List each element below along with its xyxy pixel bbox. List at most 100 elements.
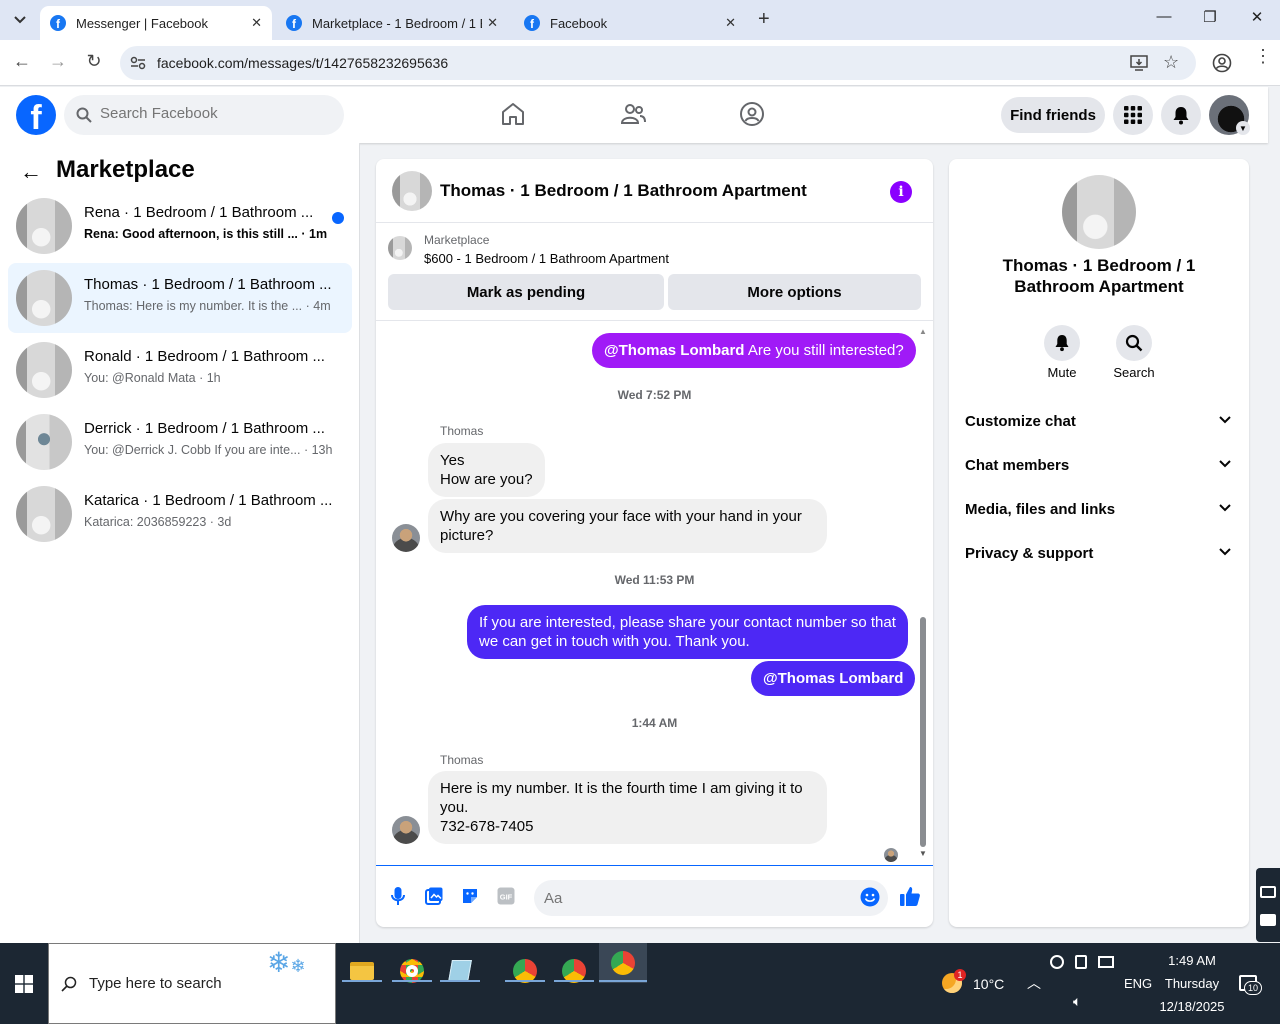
close-icon[interactable]: ✕	[1245, 8, 1269, 26]
forward-button[interactable]: →	[46, 51, 70, 72]
notes-app[interactable]	[440, 951, 480, 991]
video-icon[interactable]	[1260, 914, 1276, 926]
scroll-up-arrow-icon[interactable]: ▲	[919, 327, 927, 336]
info-icon[interactable]: i	[890, 181, 912, 203]
browser-toolbar: ← → ↻ facebook.com/messages/t/1427658232…	[0, 40, 1280, 86]
mention[interactable]: @Thomas Lombard	[604, 342, 744, 359]
message-input[interactable]	[534, 880, 888, 916]
friends-icon[interactable]	[620, 101, 646, 127]
reload-button[interactable]: ↻	[82, 51, 106, 72]
bookmark-star-icon[interactable]: ☆	[1163, 52, 1179, 73]
windows-start-icon[interactable]	[15, 975, 33, 993]
outgoing-message[interactable]: @Thomas Lombard	[751, 661, 916, 696]
address-bar[interactable]: facebook.com/messages/t/1427658232695636…	[120, 46, 1196, 80]
chat-title[interactable]: Thomas · 1 Bedroom / 1 Bathroom Apartmen…	[440, 181, 807, 201]
close-icon[interactable]: ✕	[251, 15, 262, 31]
notifications-button[interactable]	[1161, 95, 1201, 135]
facebook-logo[interactable]: f	[16, 95, 56, 135]
close-icon[interactable]: ✕	[487, 15, 498, 31]
chat-thumbnail[interactable]	[392, 171, 432, 211]
facebook-search[interactable]	[64, 95, 344, 135]
tab-search-button[interactable]	[8, 6, 32, 34]
privacy-support-row[interactable]: Privacy & support	[965, 545, 1235, 569]
chrome-app-a[interactable]	[392, 951, 432, 991]
groups-icon[interactable]	[739, 101, 765, 127]
facebook-favicon-icon: f	[50, 15, 66, 31]
conversation-item[interactable]: Derrick · 1 Bedroom / 1 Bathroom ... You…	[8, 407, 352, 477]
outgoing-message[interactable]: If you are interested, please share your…	[467, 605, 908, 659]
conversation-item-selected[interactable]: Thomas · 1 Bedroom / 1 Bathroom ... Thom…	[8, 263, 352, 333]
sender-avatar[interactable]	[392, 524, 420, 552]
account-chevron-icon[interactable]: ▼	[1236, 121, 1250, 135]
menu-button[interactable]	[1113, 95, 1153, 135]
chat-members-row[interactable]: Chat members	[965, 457, 1235, 481]
home-icon[interactable]	[500, 101, 526, 127]
tab-facebook[interactable]: f Facebook ✕	[514, 6, 746, 40]
listing-thumbnail	[16, 270, 72, 326]
chrome-app-active[interactable]	[599, 943, 647, 983]
camera-icon[interactable]	[1260, 886, 1276, 898]
grid-menu-icon	[1124, 106, 1142, 124]
listing-photo[interactable]	[1062, 175, 1136, 249]
search-in-chat-button[interactable]	[1116, 325, 1152, 361]
file-explorer-app[interactable]	[342, 951, 382, 991]
mention[interactable]: @Thomas Lombard	[763, 670, 903, 687]
mark-as-pending-button[interactable]: Mark as pending	[388, 274, 664, 310]
microphone-icon[interactable]	[391, 886, 405, 906]
mute-button[interactable]	[1044, 325, 1080, 361]
screen-capture-toolbar[interactable]	[1256, 868, 1280, 942]
incoming-message[interactable]: Here is my number. It is the fourth time…	[428, 771, 827, 844]
app-running-indicator	[599, 980, 647, 982]
customize-chat-row[interactable]: Customize chat	[965, 413, 1235, 437]
meet-now-icon[interactable]	[1075, 955, 1087, 969]
thumbs-up-icon[interactable]	[899, 885, 921, 907]
listing-price[interactable]: $600 - 1 Bedroom / 1 Bathroom Apartment	[424, 251, 669, 266]
marketplace-title: Marketplace	[56, 156, 195, 183]
network-icon[interactable]	[1098, 956, 1114, 968]
back-arrow-icon[interactable]: ←	[20, 159, 42, 185]
outgoing-message[interactable]: @Thomas Lombard Are you still interested…	[592, 333, 916, 368]
weather-widget[interactable]: 1 10°C	[940, 969, 1010, 995]
sender-avatar[interactable]	[392, 816, 420, 844]
chrome-app-c[interactable]	[554, 951, 594, 991]
photo-icon[interactable]	[425, 887, 443, 905]
site-settings-icon[interactable]	[130, 56, 146, 70]
notification-count: 10	[1244, 981, 1262, 995]
find-friends-button[interactable]: Find friends	[1001, 97, 1105, 133]
incoming-message[interactable]: Why are you covering your face with your…	[428, 499, 827, 553]
chrome-app-b[interactable]	[505, 951, 545, 991]
volume-icon[interactable]: 🔈︎	[1073, 993, 1081, 1010]
chevron-up-icon[interactable]: ︿	[1027, 973, 1041, 993]
minimize-icon[interactable]: —	[1152, 8, 1176, 25]
notification-center-icon[interactable]: 10	[1239, 975, 1262, 995]
conversation-item[interactable]: Ronald · 1 Bedroom / 1 Bathroom ... You:…	[8, 335, 352, 405]
browser-menu-icon[interactable]: ⋮	[1254, 47, 1272, 65]
sticker-icon[interactable]	[461, 887, 479, 905]
scrollbar-thumb[interactable]	[920, 617, 926, 847]
incoming-message[interactable]: Yes How are you?	[428, 443, 545, 497]
clock[interactable]: 1:49 AM Thursday 12/18/2025	[1152, 953, 1232, 1015]
scroll-down-arrow-icon[interactable]: ▼	[919, 849, 927, 858]
tab-marketplace[interactable]: f Marketplace - 1 Bedroom / 1 Ba ✕	[276, 6, 508, 40]
media-files-links-row[interactable]: Media, files and links	[965, 501, 1235, 525]
conversation-item[interactable]: Rena · 1 Bedroom / 1 Bathroom ... Rena: …	[8, 191, 352, 261]
clock-time: 1:49 AM	[1168, 953, 1216, 968]
record-icon[interactable]	[1050, 955, 1064, 969]
language-indicator[interactable]: ENG	[1124, 976, 1152, 991]
close-icon[interactable]: ✕	[725, 15, 736, 31]
chat-scrollbar[interactable]: ▲ ▼	[918, 327, 928, 858]
gif-icon[interactable]: GIF	[497, 887, 515, 905]
app-running-indicator	[554, 980, 594, 982]
restore-icon[interactable]: ❐	[1198, 8, 1222, 26]
conversation-name: Thomas · 1 Bedroom / 1 Bathroom ...	[84, 276, 332, 293]
install-app-icon[interactable]	[1130, 54, 1148, 72]
taskbar-search[interactable]: Type here to search ❄❄	[48, 943, 336, 1024]
conversation-item[interactable]: Katarica · 1 Bedroom / 1 Bathroom ... Ka…	[8, 479, 352, 549]
emoji-icon[interactable]	[860, 887, 880, 907]
profile-icon[interactable]	[1212, 53, 1232, 73]
tab-messenger[interactable]: f Messenger | Facebook ✕	[40, 6, 272, 40]
more-options-button[interactable]: More options	[668, 274, 921, 310]
search-input[interactable]	[100, 105, 330, 122]
back-button[interactable]: ←	[10, 51, 34, 72]
new-tab-button[interactable]: +	[758, 8, 770, 31]
